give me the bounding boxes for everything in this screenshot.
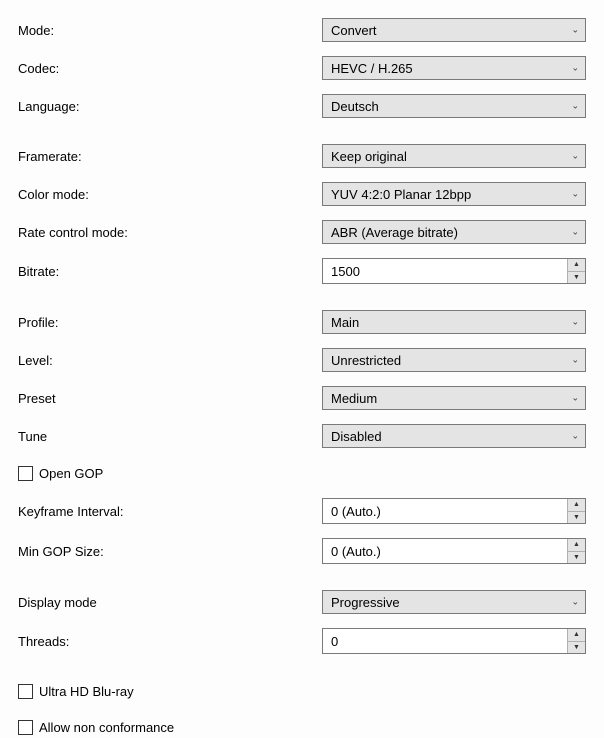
- language-value: Deutsch: [331, 99, 379, 114]
- chevron-down-icon: ⌄: [571, 151, 579, 162]
- bitrate-spinner[interactable]: 1500 ▲ ▼: [322, 258, 586, 284]
- rate-control-dropdown[interactable]: ABR (Average bitrate) ⌄: [322, 220, 586, 244]
- display-mode-label: Display mode: [18, 595, 322, 610]
- threads-spinner[interactable]: 0 ▲ ▼: [322, 628, 586, 654]
- min-gop-size-down-button[interactable]: ▼: [568, 552, 585, 564]
- bitrate-label: Bitrate:: [18, 264, 322, 279]
- chevron-down-icon: ⌄: [571, 317, 579, 328]
- chevron-down-icon: ⌄: [571, 63, 579, 74]
- chevron-down-icon: ⌄: [571, 597, 579, 608]
- color-mode-label: Color mode:: [18, 187, 322, 202]
- chevron-down-icon: ⌄: [571, 101, 579, 112]
- chevron-down-icon: ⌄: [571, 431, 579, 442]
- min-gop-size-up-button[interactable]: ▲: [568, 539, 585, 552]
- bitrate-up-button[interactable]: ▲: [568, 259, 585, 272]
- threads-up-button[interactable]: ▲: [568, 629, 585, 642]
- keyframe-interval-down-button[interactable]: ▼: [568, 512, 585, 524]
- allow-non-conformance-label[interactable]: Allow non conformance: [39, 720, 174, 735]
- min-gop-size-label: Min GOP Size:: [18, 544, 322, 559]
- preset-label: Preset: [18, 391, 322, 406]
- codec-label: Codec:: [18, 61, 322, 76]
- level-dropdown[interactable]: Unrestricted ⌄: [322, 348, 586, 372]
- keyframe-interval-value: 0 (Auto.): [323, 504, 567, 519]
- chevron-down-icon: ⌄: [571, 393, 579, 404]
- chevron-down-icon: ⌄: [571, 227, 579, 238]
- codec-value: HEVC / H.265: [331, 61, 413, 76]
- tune-dropdown[interactable]: Disabled ⌄: [322, 424, 586, 448]
- min-gop-size-spinner[interactable]: 0 (Auto.) ▲ ▼: [322, 538, 586, 564]
- ultra-hd-bluray-label[interactable]: Ultra HD Blu-ray: [39, 684, 134, 699]
- threads-label: Threads:: [18, 634, 322, 649]
- tune-label: Tune: [18, 429, 322, 444]
- preset-dropdown[interactable]: Medium ⌄: [322, 386, 586, 410]
- preset-value: Medium: [331, 391, 377, 406]
- display-mode-value: Progressive: [331, 595, 400, 610]
- open-gop-checkbox[interactable]: [18, 466, 33, 481]
- keyframe-interval-spinner[interactable]: 0 (Auto.) ▲ ▼: [322, 498, 586, 524]
- tune-value: Disabled: [331, 429, 382, 444]
- rate-control-value: ABR (Average bitrate): [331, 225, 458, 240]
- ultra-hd-bluray-checkbox[interactable]: [18, 684, 33, 699]
- keyframe-interval-label: Keyframe Interval:: [18, 504, 322, 519]
- language-label: Language:: [18, 99, 322, 114]
- chevron-down-icon: ⌄: [571, 189, 579, 200]
- threads-value: 0: [323, 634, 567, 649]
- chevron-down-icon: ⌄: [571, 355, 579, 366]
- rate-control-label: Rate control mode:: [18, 225, 322, 240]
- allow-non-conformance-checkbox[interactable]: [18, 720, 33, 735]
- framerate-dropdown[interactable]: Keep original ⌄: [322, 144, 586, 168]
- level-value: Unrestricted: [331, 353, 401, 368]
- mode-value: Convert: [331, 23, 377, 38]
- level-label: Level:: [18, 353, 322, 368]
- language-dropdown[interactable]: Deutsch ⌄: [322, 94, 586, 118]
- profile-label: Profile:: [18, 315, 322, 330]
- open-gop-label[interactable]: Open GOP: [39, 466, 103, 481]
- profile-dropdown[interactable]: Main ⌄: [322, 310, 586, 334]
- framerate-label: Framerate:: [18, 149, 322, 164]
- mode-dropdown[interactable]: Convert ⌄: [322, 18, 586, 42]
- display-mode-dropdown[interactable]: Progressive ⌄: [322, 590, 586, 614]
- color-mode-dropdown[interactable]: YUV 4:2:0 Planar 12bpp ⌄: [322, 182, 586, 206]
- bitrate-down-button[interactable]: ▼: [568, 272, 585, 284]
- framerate-value: Keep original: [331, 149, 407, 164]
- min-gop-size-value: 0 (Auto.): [323, 544, 567, 559]
- profile-value: Main: [331, 315, 359, 330]
- bitrate-value: 1500: [323, 264, 567, 279]
- keyframe-interval-up-button[interactable]: ▲: [568, 499, 585, 512]
- color-mode-value: YUV 4:2:0 Planar 12bpp: [331, 187, 471, 202]
- codec-dropdown[interactable]: HEVC / H.265 ⌄: [322, 56, 586, 80]
- chevron-down-icon: ⌄: [571, 25, 579, 36]
- mode-label: Mode:: [18, 23, 322, 38]
- threads-down-button[interactable]: ▼: [568, 642, 585, 654]
